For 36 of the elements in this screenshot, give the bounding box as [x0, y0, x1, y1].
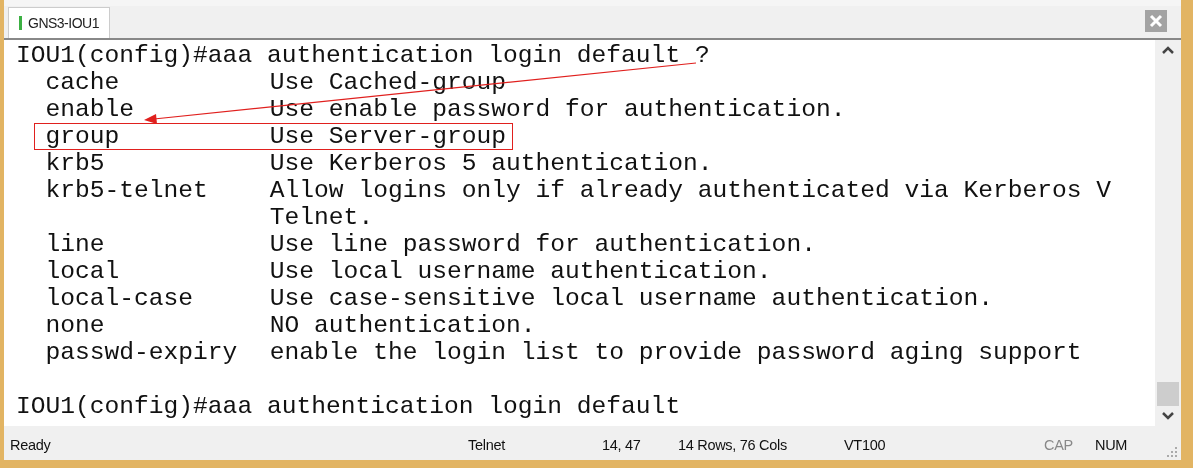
option-description: enable the login list to provide password aging support [269, 339, 1082, 366]
option-keyword: krb5 [45, 150, 106, 177]
resize-grip-icon[interactable] [1167, 447, 1177, 457]
emulation-mode: VT100 [844, 437, 887, 453]
option-description: Use Cached-group [269, 69, 506, 96]
close-button[interactable] [1145, 10, 1167, 32]
scrollbar-thumb[interactable] [1157, 382, 1179, 406]
option-keyword: local-case [45, 285, 195, 312]
option-keyword: line [45, 231, 106, 258]
scroll-down-icon[interactable] [1162, 412, 1174, 420]
option-description: Use case-sensitive local username authentication. [269, 285, 993, 312]
session-tab[interactable]: GNS3-IOU1 [8, 7, 110, 38]
status-message: Ready [10, 437, 52, 453]
close-icon [1149, 14, 1163, 28]
option-keyword: none [45, 312, 106, 339]
option-keyword: cache [45, 69, 121, 96]
cursor-position: 14, 47 [602, 437, 642, 453]
terminal-size: 14 Rows, 76 Cols [678, 437, 788, 453]
option-keyword: krb5-telnet [45, 177, 209, 204]
option-description: Use local username authentication. [269, 258, 772, 285]
key-indicator: NUM [1095, 437, 1129, 453]
option-description: Use Kerberos 5 authentication. [269, 150, 713, 177]
command-prompt-line: IOU1(config)#aaa authentication login default [16, 393, 681, 420]
option-keyword: passwd-expiry [45, 339, 239, 366]
option-keyword: enable [45, 96, 136, 123]
option-keyword: local [45, 258, 121, 285]
option-description: Telnet. [269, 204, 374, 231]
option-keyword: group [45, 123, 121, 150]
connection-type: Telnet [468, 437, 506, 453]
scroll-up-icon[interactable] [1162, 46, 1174, 54]
command-prompt-line: IOU1(config)#aaa authentication login default ? [16, 42, 710, 69]
option-description: Use Server-group [269, 123, 506, 150]
option-description: Use line password for authentication. [269, 231, 816, 258]
key-indicator: CAP [1044, 437, 1074, 453]
option-description: Allow logins only if already authenticated via Kerberos V [269, 177, 1112, 204]
option-description: NO authentication. [269, 312, 536, 339]
